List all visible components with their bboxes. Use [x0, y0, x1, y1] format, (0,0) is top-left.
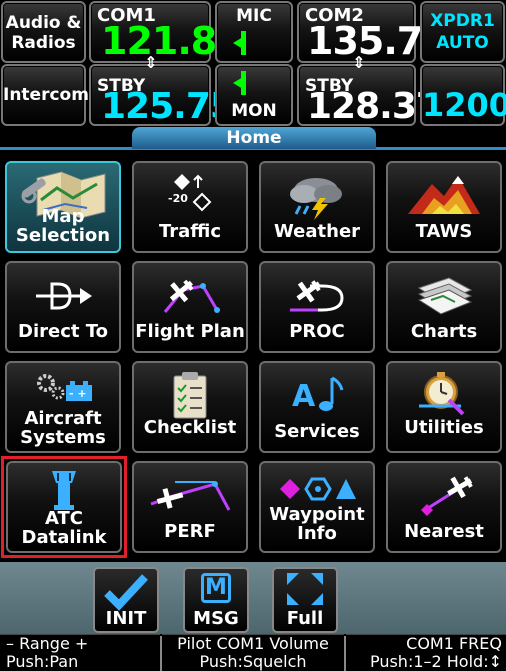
nearest-label: Nearest: [404, 521, 484, 542]
bottom-button-bar: [0, 562, 506, 634]
flight-plan-button[interactable]: Flight Plan: [132, 261, 248, 353]
services-label: Services: [274, 421, 360, 442]
full-label: Full: [286, 608, 324, 629]
weather-icon: [261, 171, 373, 220]
utilities-icon: [388, 371, 500, 419]
xpdr-code: 1200: [422, 86, 506, 124]
taws-label: TAWS: [415, 221, 473, 242]
charts-icon: [388, 271, 500, 319]
pan-hint: Push:Pan: [6, 652, 79, 671]
svg-text:- +: - +: [69, 387, 87, 400]
status-volume-knob: Pilot COM1 Volume Push:Squelch: [162, 634, 344, 671]
checklist-label: Checklist: [143, 417, 237, 438]
com1-standby-button[interactable]: STBY 125.75: [89, 64, 235, 127]
init-label: INIT: [105, 608, 147, 629]
mic-speaker-icon: [233, 31, 246, 55]
waypoint-info-label: Waypoint Info: [269, 504, 365, 544]
atc-datalink-button[interactable]: ATC Datalink: [6, 461, 122, 553]
utilities-button[interactable]: Utilities: [386, 361, 502, 453]
msg-label: MSG: [193, 608, 239, 629]
mic-label: MIC: [236, 6, 272, 26]
traffic-icon: -20: [134, 171, 246, 219]
mic-button[interactable]: MIC: [215, 1, 293, 63]
perf-button[interactable]: PERF: [132, 461, 248, 553]
audio-radios-button[interactable]: Audio & Radios: [1, 1, 86, 63]
direct-to-button[interactable]: Direct To: [5, 261, 121, 353]
com1-swap-icon[interactable]: ⇕: [143, 53, 159, 73]
freq-push-hint: Push:1–2 Hold:↕: [369, 652, 502, 671]
charts-label: Charts: [410, 321, 478, 342]
taws-button[interactable]: TAWS: [386, 161, 502, 253]
flight-plan-icon: [134, 271, 246, 319]
services-icon: A: [261, 371, 373, 419]
squelch-hint: Push:Squelch: [199, 652, 307, 671]
direct-to-icon: [7, 271, 119, 319]
checklist-button[interactable]: Checklist: [132, 361, 248, 453]
message-icon: M: [201, 573, 231, 603]
xpdr-code-button[interactable]: 1200: [420, 64, 506, 126]
volume-hint: Pilot COM1 Volume: [177, 634, 329, 653]
audio-radios-label: Audio & Radios: [5, 13, 82, 53]
proc-button[interactable]: PROC: [259, 261, 375, 353]
freq-hint: COM1 FREQ: [406, 634, 502, 653]
com1-standby-frequency: 125.75: [101, 86, 235, 127]
flight-plan-label: Flight Plan: [135, 321, 245, 342]
weather-label: Weather: [273, 221, 361, 242]
init-button[interactable]: INIT: [93, 567, 159, 633]
atc-datalink-label: ATC Datalink: [21, 508, 107, 548]
com2-standby-button[interactable]: STBY 128.37: [297, 64, 441, 127]
taws-icon: [388, 171, 500, 219]
xpdr-label: XPDR1: [430, 11, 495, 31]
fullscreen-icon: [287, 573, 323, 605]
map-selection-button[interactable]: Map Selection: [5, 161, 121, 253]
mon-speaker-icon: [233, 71, 246, 95]
mon-label: MON: [231, 101, 277, 121]
checkmark-icon: [104, 574, 148, 611]
utilities-label: Utilities: [404, 417, 484, 438]
nearest-icon: [388, 471, 500, 519]
xpdr-mode-button[interactable]: XPDR1 AUTO: [420, 1, 505, 63]
traffic-button[interactable]: -20 Traffic: [132, 161, 248, 253]
full-button[interactable]: Full: [272, 567, 338, 633]
range-hint: – Range +: [6, 634, 89, 653]
intercom-label: Intercom: [3, 85, 89, 105]
services-button[interactable]: A Services: [259, 361, 375, 453]
checklist-icon: [134, 371, 246, 419]
performance-icon: [134, 471, 246, 519]
direct-to-label: Direct To: [18, 321, 108, 342]
perf-label: PERF: [164, 521, 216, 542]
home-tab: Home: [132, 127, 376, 149]
svg-text:A: A: [292, 379, 316, 414]
weather-button[interactable]: Weather: [259, 161, 375, 253]
msg-button[interactable]: M MSG: [183, 567, 249, 633]
nearest-button[interactable]: Nearest: [386, 461, 502, 553]
svg-text:-20: -20: [168, 192, 188, 205]
traffic-label: Traffic: [158, 221, 222, 242]
proc-label: PROC: [289, 321, 345, 342]
status-range-knob: – Range + Push:Pan: [0, 634, 160, 671]
xpdr-mode: AUTO: [436, 33, 489, 53]
intercom-button[interactable]: Intercom: [1, 64, 89, 126]
charts-button[interactable]: Charts: [386, 261, 502, 353]
waypoint-info-button[interactable]: Waypoint Info: [259, 461, 375, 553]
aircraft-systems-label: Aircraft Systems: [20, 408, 106, 448]
status-freq-knob: COM1 FREQ Push:1–2 Hold:↕: [346, 634, 506, 671]
mon-button[interactable]: MON: [215, 64, 293, 126]
aircraft-systems-button[interactable]: - + Aircraft Systems: [5, 361, 121, 453]
com2-swap-icon[interactable]: ⇕: [351, 53, 367, 73]
procedure-icon: [261, 271, 373, 319]
map-selection-label: Map Selection: [15, 206, 111, 246]
